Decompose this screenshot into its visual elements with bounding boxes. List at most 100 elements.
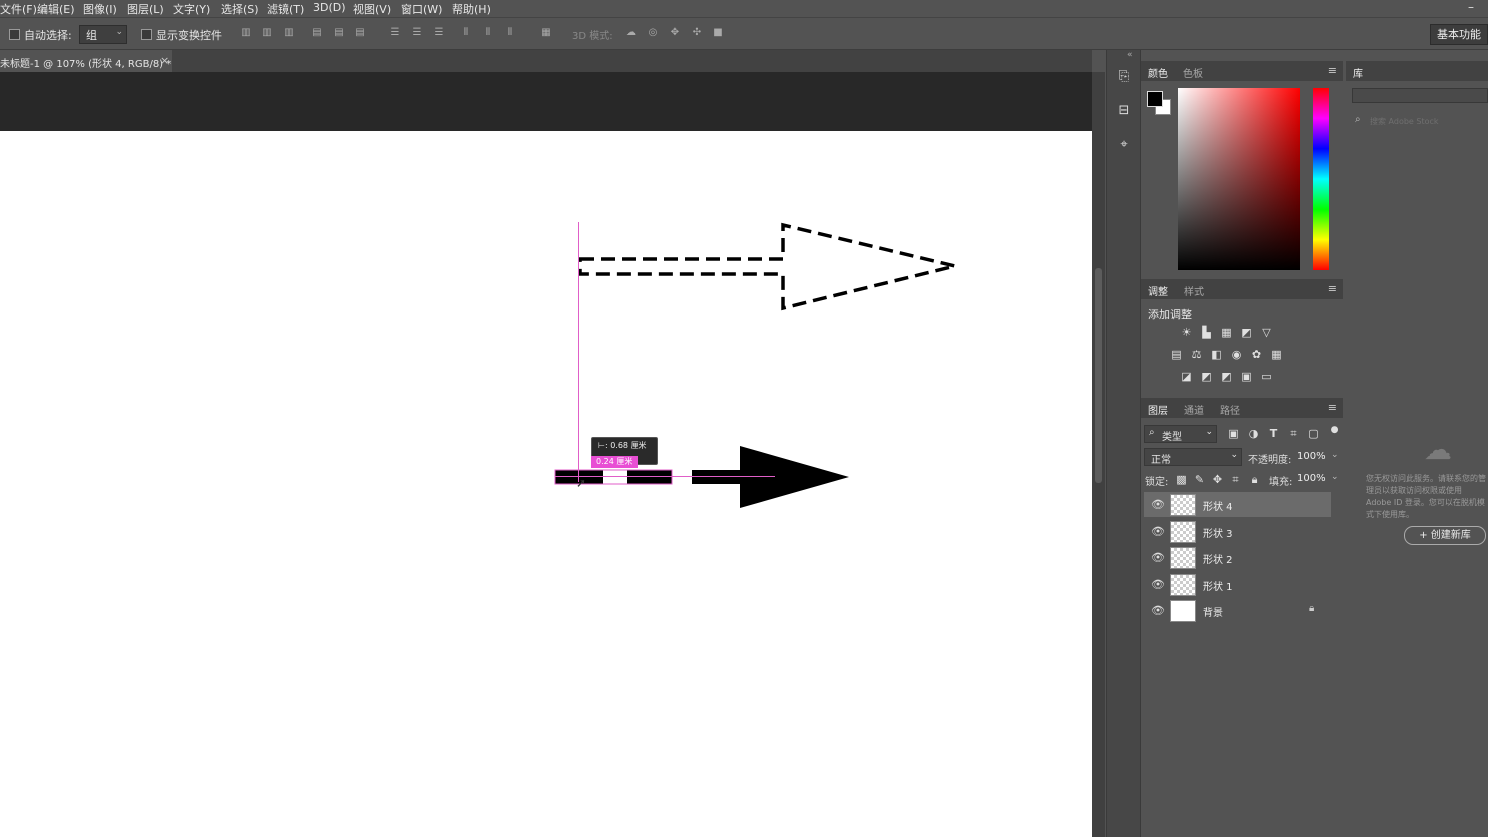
layer-name: 背景 xyxy=(1203,608,1223,619)
search-icon: ⌕ xyxy=(1355,114,1361,125)
curves-icon[interactable]: ▦ xyxy=(1220,326,1233,339)
layer-thumbnail xyxy=(1170,600,1196,622)
chevron-down-icon: ⌄ xyxy=(1205,427,1213,437)
panel-menu-icon[interactable]: ≡ xyxy=(1328,282,1337,295)
measure-badge-text: 0.24 厘米 xyxy=(596,457,633,466)
tab-channels[interactable]: 通道 xyxy=(1184,402,1204,417)
measure-tooltip-text: ⊢: 0.68 厘米 xyxy=(598,441,647,450)
layer-row[interactable]: 👁︎ 形状 1 xyxy=(1144,572,1331,597)
color-balance-icon[interactable]: ⚖ xyxy=(1190,348,1203,361)
fg-bg-colors xyxy=(1147,91,1173,117)
tab-libraries[interactable]: 库 xyxy=(1353,65,1363,80)
threshold-icon[interactable]: ◩ xyxy=(1220,370,1233,383)
tab-adjustments[interactable]: 调整 xyxy=(1148,283,1168,298)
posterize-icon[interactable]: ◩ xyxy=(1200,370,1213,383)
selective-color-icon[interactable]: ▣ xyxy=(1240,370,1253,383)
filter-toggle-icon[interactable]: ● xyxy=(1328,424,1341,437)
photo-filter-icon[interactable]: ◉ xyxy=(1230,348,1243,361)
chevron-down-icon[interactable]: ⌄ xyxy=(1331,450,1339,460)
layer-name: 形状 1 xyxy=(1203,582,1233,593)
color-panel-header: 颜色 色板 ≡ xyxy=(1141,61,1343,81)
bar-shape-right xyxy=(627,470,672,484)
history-icon[interactable]: ⎘ xyxy=(1115,68,1133,86)
opacity-label: 不透明度: xyxy=(1248,455,1292,466)
exposure-icon[interactable]: ◩ xyxy=(1240,326,1253,339)
adjustments-panel-header: 调整 样式 ≡ xyxy=(1141,279,1343,299)
dashed-arrow-shape xyxy=(578,222,956,311)
layer-name: 形状 4 xyxy=(1203,502,1233,513)
color-picker-field[interactable] xyxy=(1178,88,1300,270)
lock-all-icon[interactable]: 🔒︎ xyxy=(1248,473,1261,486)
layer-row[interactable]: 👁︎ 背景 🔒︎ xyxy=(1144,598,1331,623)
chevron-down-icon[interactable]: ⌄ xyxy=(1331,472,1339,482)
tab-layers[interactable]: 图层 xyxy=(1148,402,1168,417)
eye-icon[interactable]: 👁︎ xyxy=(1151,604,1165,617)
gradient-map-icon[interactable]: ▭ xyxy=(1260,370,1273,383)
layer-thumbnail xyxy=(1170,574,1196,596)
add-adjustment-title: 添加调整 xyxy=(1148,308,1192,321)
eye-icon[interactable]: 👁︎ xyxy=(1151,525,1165,538)
layer-filter-dropdown[interactable]: ⌕ 类型 ⌄ xyxy=(1144,425,1217,443)
collapse-icon[interactable]: « xyxy=(1127,50,1133,60)
layer-row[interactable]: 👁︎ 形状 3 xyxy=(1144,519,1331,544)
fill-label: 填充: xyxy=(1269,477,1293,488)
filter-type-icon[interactable]: T xyxy=(1267,427,1280,440)
panel-menu-icon[interactable]: ≡ xyxy=(1328,64,1337,77)
layer-name: 形状 3 xyxy=(1203,529,1233,540)
hue-saturation-icon[interactable]: ▤ xyxy=(1170,348,1183,361)
scrollbar-thumb[interactable] xyxy=(1095,268,1102,483)
canvas-vertical-scrollbar[interactable] xyxy=(1092,72,1105,837)
brush-settings-icon[interactable]: ⌖ xyxy=(1115,136,1133,154)
layer-thumbnail xyxy=(1170,494,1196,516)
filter-pixel-icon[interactable]: ▣ xyxy=(1227,427,1240,440)
color-lookup-icon[interactable]: ▦ xyxy=(1270,348,1283,361)
create-library-button[interactable]: + 创建新库 xyxy=(1404,526,1486,545)
cloud-offline-icon: ☁ xyxy=(1424,433,1452,466)
lock-position-icon[interactable]: ✥ xyxy=(1211,473,1224,486)
layer-filter-value: 类型 xyxy=(1162,432,1182,443)
lock-artboard-icon[interactable]: ⌗ xyxy=(1229,473,1242,486)
layers-panel: 图层 通道 路径 ≡ ⌕ 类型 ⌄ ▣ ◑ T ⌗ ▢ ● 正常 ⌄ 不透明度:… xyxy=(1141,398,1343,837)
cursor-arrow-icon: ➚ xyxy=(576,476,587,490)
filter-shape-icon[interactable]: ⌗ xyxy=(1287,427,1300,440)
lock-label: 锁定: xyxy=(1145,477,1169,488)
black-white-icon[interactable]: ◧ xyxy=(1210,348,1223,361)
channel-mixer-icon[interactable]: ✿ xyxy=(1250,348,1263,361)
workspace-button[interactable]: 基本功能 xyxy=(1430,24,1488,45)
panel-icon-strip: « ⎘ ⊟ ⌖ xyxy=(1106,50,1141,837)
panel-menu-icon[interactable]: ≡ xyxy=(1328,401,1337,414)
hue-slider[interactable] xyxy=(1313,88,1329,270)
measure-badge: 0.24 厘米 xyxy=(591,456,638,468)
color-panel: 颜色 色板 ≡ xyxy=(1141,61,1343,276)
filter-smart-object-icon[interactable]: ▢ xyxy=(1307,427,1320,440)
brightness-icon[interactable]: ☀ xyxy=(1180,326,1193,339)
canvas-shapes xyxy=(554,222,956,508)
filter-adjustment-icon[interactable]: ◑ xyxy=(1247,427,1260,440)
levels-icon[interactable]: ▙ xyxy=(1200,326,1213,339)
chevron-down-icon: ⌄ xyxy=(1230,450,1238,460)
foreground-color-swatch[interactable] xyxy=(1147,91,1163,107)
opacity-value[interactable]: 100% xyxy=(1297,451,1326,462)
invert-icon[interactable]: ◪ xyxy=(1180,370,1193,383)
vibrance-icon[interactable]: ▽ xyxy=(1260,326,1273,339)
tab-swatches[interactable]: 色板 xyxy=(1183,65,1203,80)
library-dropdown[interactable] xyxy=(1352,88,1488,103)
properties-icon[interactable]: ⊟ xyxy=(1115,102,1133,120)
layers-panel-header: 图层 通道 路径 ≡ xyxy=(1141,398,1343,418)
lock-transparent-icon[interactable]: ▩ xyxy=(1175,473,1188,486)
tab-paths[interactable]: 路径 xyxy=(1220,402,1240,417)
tab-color[interactable]: 颜色 xyxy=(1148,65,1168,80)
lock-icon: 🔒︎ xyxy=(1309,603,1315,614)
layer-row[interactable]: 👁︎ 形状 4 xyxy=(1144,492,1331,517)
tab-styles[interactable]: 样式 xyxy=(1184,283,1204,298)
minimize-icon[interactable]: – xyxy=(1468,0,1474,14)
fill-value[interactable]: 100% xyxy=(1297,473,1326,484)
search-icon: ⌕ xyxy=(1149,427,1155,438)
eye-icon[interactable]: 👁︎ xyxy=(1151,578,1165,591)
eye-icon[interactable]: 👁︎ xyxy=(1151,551,1165,564)
layer-row[interactable]: 👁︎ 形状 2 xyxy=(1144,545,1331,570)
stock-search-input[interactable]: 搜索 Adobe Stock xyxy=(1370,116,1439,127)
eye-icon[interactable]: 👁︎ xyxy=(1151,498,1165,511)
blend-mode-dropdown[interactable]: 正常 ⌄ xyxy=(1144,448,1242,466)
lock-image-icon[interactable]: ✎ xyxy=(1193,473,1206,486)
